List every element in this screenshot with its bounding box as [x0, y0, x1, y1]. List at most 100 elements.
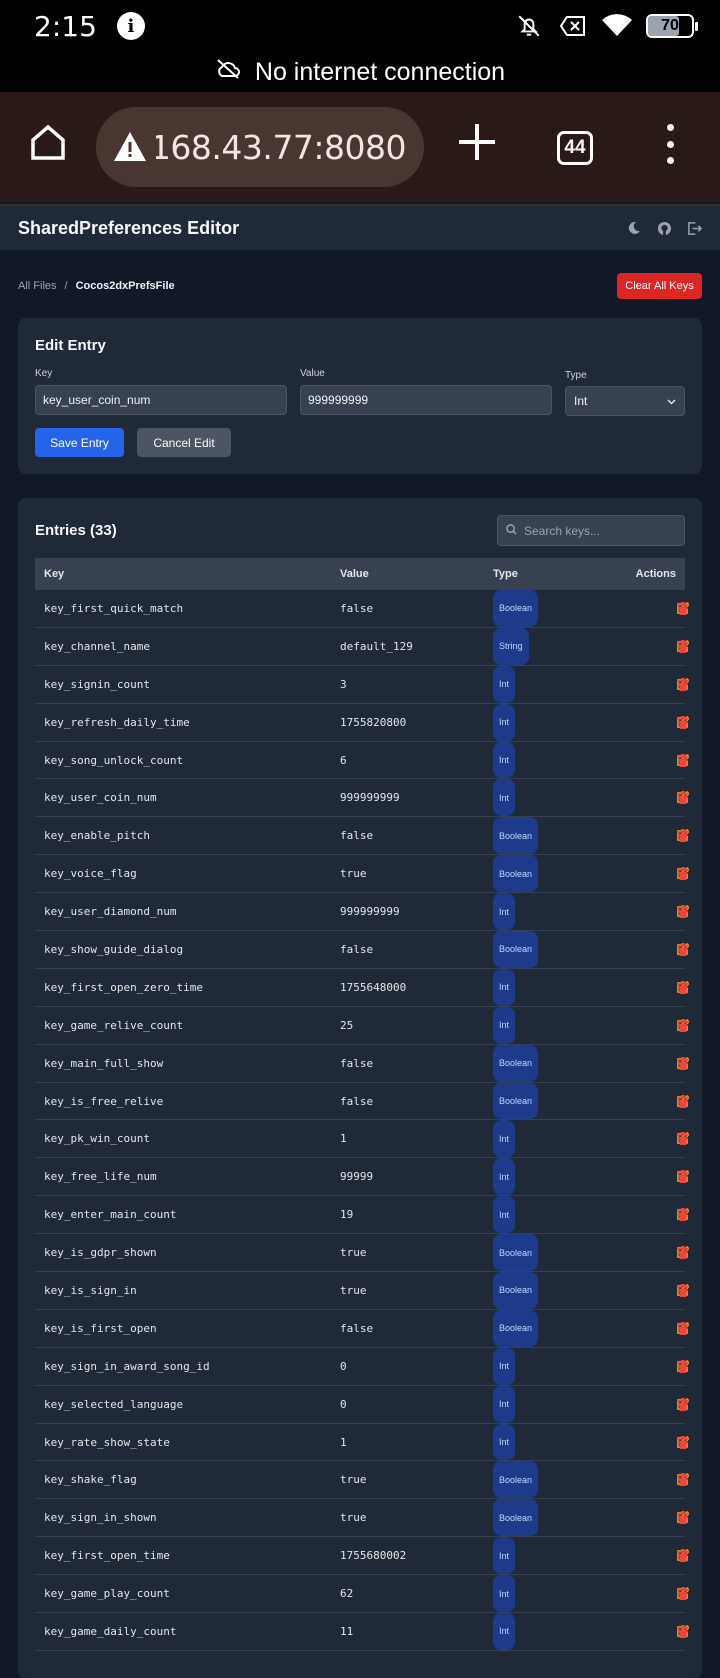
delete-icon[interactable] [676, 1386, 689, 1423]
delete-icon[interactable] [676, 628, 689, 665]
delete-icon[interactable] [676, 742, 689, 779]
moon-icon[interactable] [626, 220, 642, 236]
table-row: key_song_unlock_count 6 Int [35, 741, 689, 780]
delete-icon[interactable] [676, 1310, 689, 1347]
entry-value: 1755820800 [340, 715, 407, 729]
warning-icon[interactable] [112, 129, 148, 165]
entry-value: true [340, 1246, 367, 1260]
delete-icon[interactable] [676, 931, 689, 968]
delete-icon[interactable] [676, 1083, 689, 1120]
delete-icon[interactable] [676, 704, 689, 741]
entries-title: Entries (33) [35, 522, 117, 539]
header-key: Key [44, 568, 65, 580]
table-row: key_first_quick_match false Boolean [35, 590, 689, 628]
github-icon[interactable] [656, 220, 672, 236]
search-input[interactable]: Search keys... [497, 515, 685, 546]
entry-key: key_sign_in_shown [44, 1511, 157, 1525]
delete-icon[interactable] [676, 1461, 689, 1498]
entry-value: true [340, 867, 367, 881]
entry-value: false [340, 1321, 374, 1335]
chevron-down-icon [667, 394, 676, 408]
header-value: Value [340, 568, 369, 580]
delete-icon[interactable] [676, 1007, 689, 1044]
table-row: key_shake_flag true Boolean [35, 1461, 689, 1500]
entry-key: key_first_open_zero_time [44, 980, 203, 994]
type-badge: Boolean [493, 817, 539, 855]
type-badge: Boolean [493, 1234, 539, 1272]
entry-key: key_enable_pitch [44, 829, 150, 843]
table-row: key_free_life_num 99999 Int [35, 1158, 689, 1197]
home-icon[interactable] [28, 122, 68, 162]
type-badge: Boolean [493, 1044, 539, 1082]
entry-value: 25 [340, 1018, 354, 1032]
header-type: Type [493, 568, 518, 580]
delete-icon[interactable] [676, 969, 689, 1006]
delete-icon[interactable] [676, 1348, 689, 1385]
logout-icon[interactable] [686, 220, 702, 236]
delete-icon[interactable] [676, 1575, 689, 1612]
entries-table-body: key_first_quick_match false Boolean key_cha… [35, 590, 689, 1651]
delete-icon[interactable] [676, 1272, 689, 1309]
table-row: key_pk_win_count 1 Int [35, 1120, 689, 1159]
table-row: key_game_relive_count 25 Int [35, 1006, 689, 1045]
type-badge: Int [493, 968, 516, 1006]
new-tab-icon[interactable] [455, 120, 499, 164]
entry-value: 19 [340, 1208, 354, 1222]
delete-icon[interactable] [676, 1045, 689, 1082]
save-entry-button[interactable]: Save Entry [35, 428, 124, 457]
type-badge: Boolean [493, 1272, 539, 1309]
address-bar[interactable]: 2.168.43.77:8080 [96, 107, 424, 187]
delete-icon[interactable] [676, 779, 689, 816]
entry-key: key_game_play_count [44, 1587, 170, 1601]
breadcrumb-all-files[interactable]: All Files [18, 280, 57, 292]
delete-icon[interactable] [676, 1613, 689, 1650]
delete-icon[interactable] [676, 893, 689, 930]
type-badge: Boolean [493, 1309, 539, 1347]
entry-key: key_first_open_time [44, 1549, 170, 1563]
type-badge: Int [493, 1385, 516, 1423]
entry-value: 11 [340, 1624, 354, 1638]
delete-icon[interactable] [676, 1499, 689, 1536]
delete-icon[interactable] [676, 590, 689, 627]
clear-all-keys-button[interactable]: Clear All Keys [617, 273, 702, 299]
url-text[interactable]: 2.168.43.77:8080 [156, 128, 406, 167]
edit-entry-title: Edit Entry [35, 337, 106, 354]
entry-value: 99999 [340, 1170, 374, 1184]
type-select[interactable]: Int [565, 386, 685, 416]
table-row: key_is_free_relive false Boolean [35, 1082, 689, 1121]
table-row: key_selected_language 0 Int [35, 1385, 689, 1424]
wifi-icon [602, 11, 632, 41]
delete-icon[interactable] [676, 1120, 689, 1157]
more-menu-icon[interactable] [660, 124, 680, 164]
key-input[interactable]: key_user_coin_num [35, 385, 287, 415]
entry-key: key_selected_language [44, 1397, 184, 1411]
entry-key: key_is_sign_in [44, 1283, 137, 1297]
tab-switcher-button[interactable]: 44 [557, 131, 593, 165]
table-row: key_rate_show_state 1 Int [35, 1423, 689, 1462]
entry-value: 3 [340, 677, 347, 691]
delete-icon[interactable] [676, 1234, 689, 1271]
delete-icon[interactable] [676, 1158, 689, 1195]
type-badge: Boolean [493, 855, 539, 893]
type-badge: Int [493, 1158, 516, 1196]
entry-key: key_game_daily_count [44, 1624, 177, 1638]
type-badge: Int [493, 893, 516, 931]
entry-key: key_rate_show_state [44, 1435, 170, 1449]
type-badge: Int [493, 779, 516, 817]
delete-icon[interactable] [676, 817, 689, 854]
table-row: key_channel_name default_129 String [35, 627, 689, 666]
type-badge: Int [493, 1423, 516, 1461]
browser-toolbar: 2.168.43.77:8080 44 [0, 92, 720, 202]
delete-icon[interactable] [676, 1537, 689, 1574]
cancel-edit-button[interactable]: Cancel Edit [137, 428, 231, 457]
breadcrumb: All Files / Cocos2dxPrefsFile [18, 280, 175, 292]
breadcrumb-separator: / [64, 280, 68, 292]
delete-icon[interactable] [676, 1424, 689, 1461]
delete-icon[interactable] [676, 855, 689, 892]
table-header: Key Value Type Actions [35, 558, 685, 590]
table-row: key_voice_flag true Boolean [35, 855, 689, 894]
table-row: key_game_daily_count 11 Int [35, 1613, 689, 1651]
delete-icon[interactable] [676, 666, 689, 703]
delete-icon[interactable] [676, 1196, 689, 1233]
value-input[interactable]: 999999999 [300, 385, 552, 415]
